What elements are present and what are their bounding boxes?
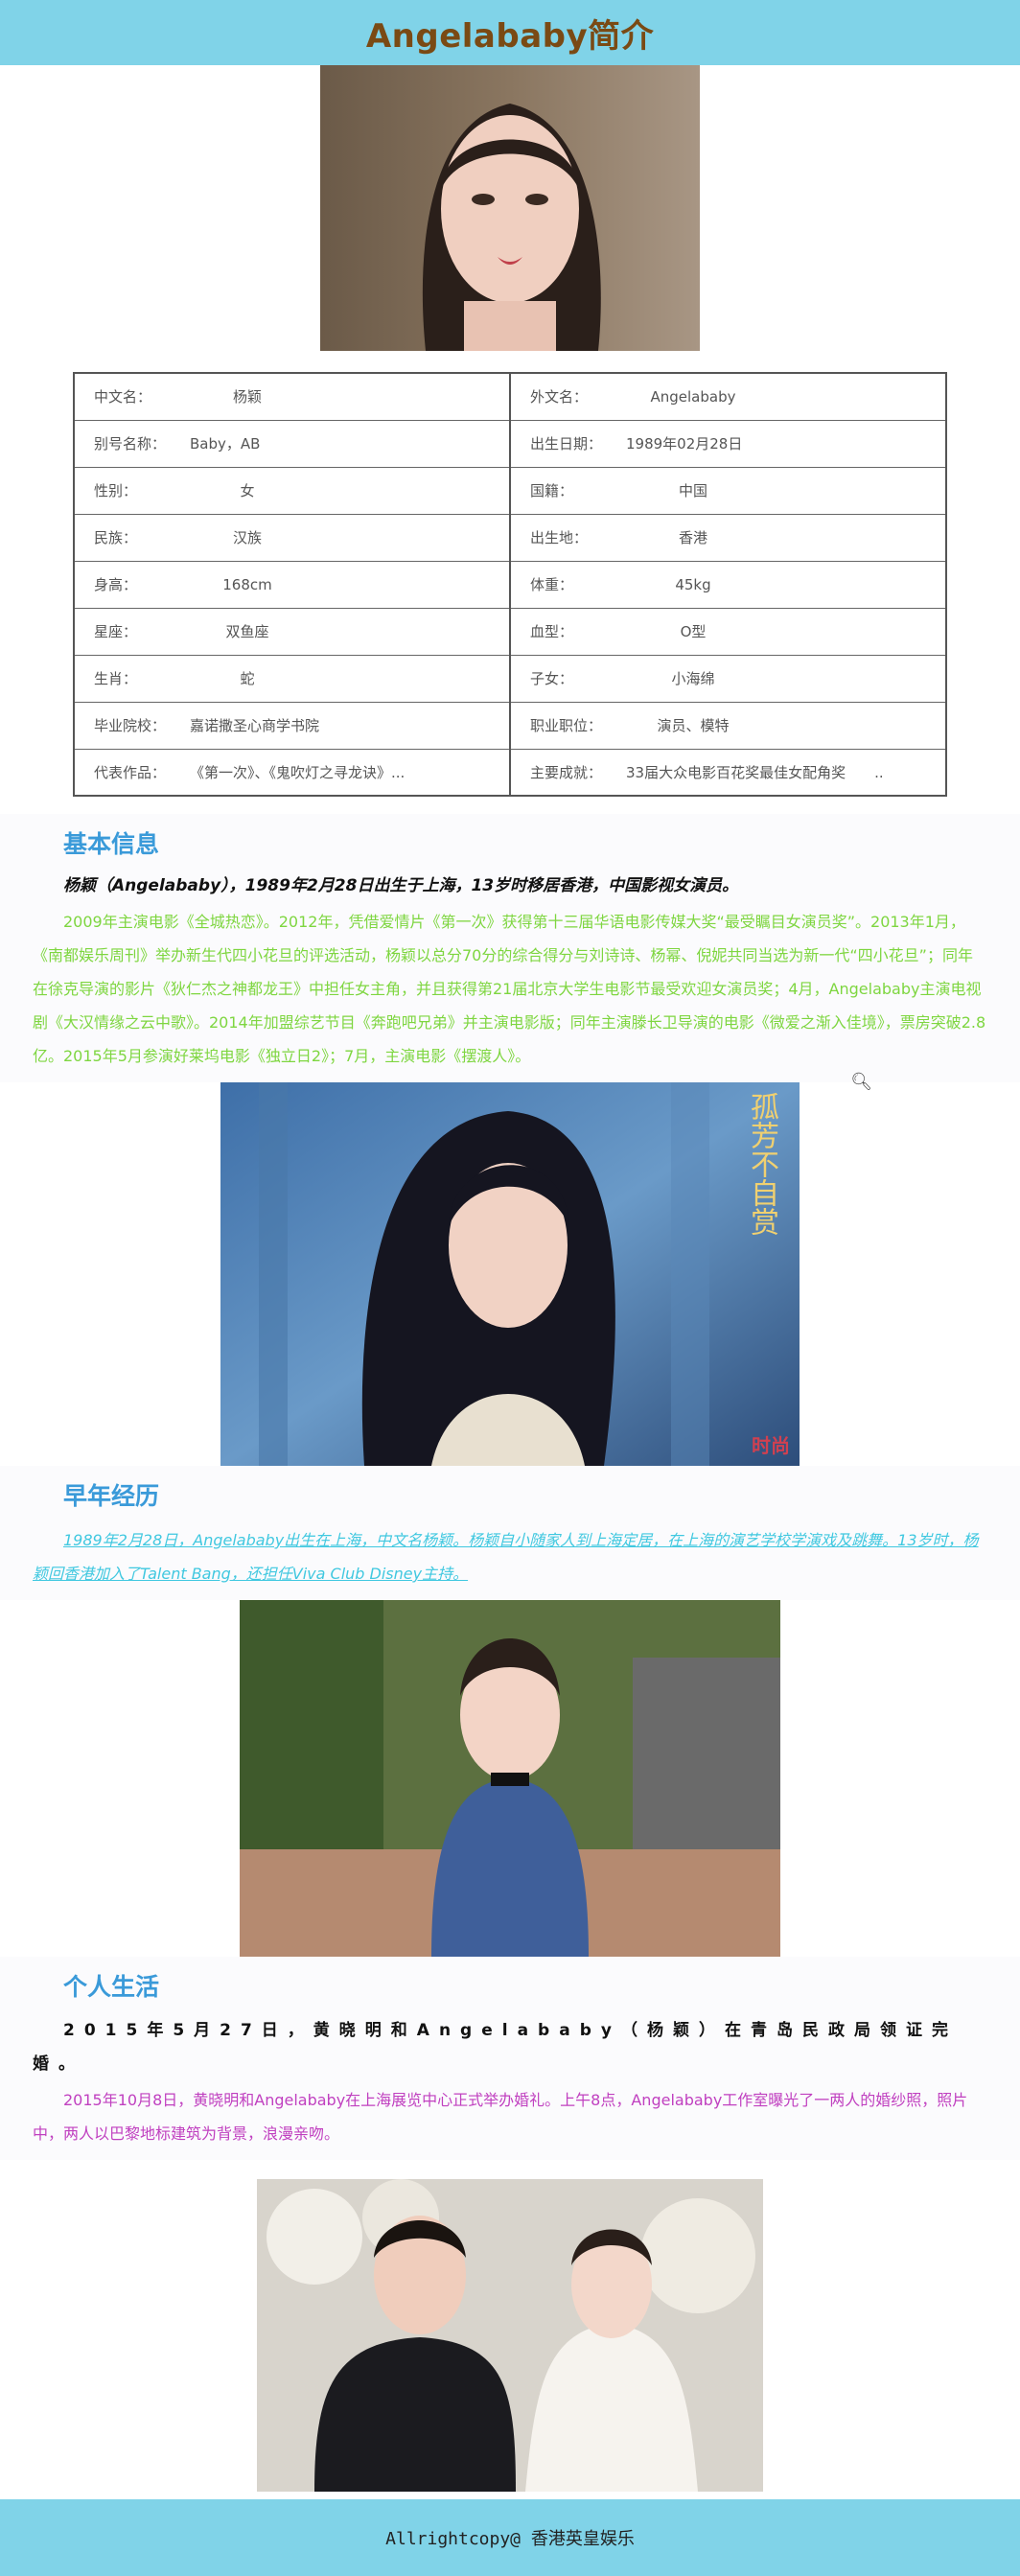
table-row: 身高： 168cm 体重： 45kg <box>74 561 946 609</box>
photo-caption: 孤芳不自赏 <box>745 1092 778 1236</box>
event-photo <box>240 1600 780 1957</box>
cell-value: 小海绵 <box>671 670 715 687</box>
cell-label: 代表作品： <box>94 763 167 781</box>
basic-info-section: 基本信息 杨颖（Angelababy），1989年2月28日出生于上海，13岁时… <box>0 814 1020 1082</box>
table-row: 别号名称： Baby，AB 出生日期： 1989年02月28日 <box>74 420 946 468</box>
table-row: 星座： 双鱼座 血型： O型 <box>74 608 946 656</box>
basic-info-paragraph: 2009年主演电影《全城热恋》。2012年，凭借爱情片《第一次》获得第十三届华语… <box>33 913 986 1065</box>
table-row: 生肖： 蛇 子女： 小海绵 <box>74 655 946 703</box>
cell-label: 出生地： <box>530 529 589 546</box>
cell-value: 汉族 <box>232 529 262 546</box>
cell-value: 双鱼座 <box>225 623 269 640</box>
section-title: 早年经历 <box>63 1482 160 1510</box>
profile-info-table: 中文名： 杨颖 外文名： Angelababy 别号名称： Baby，AB 出生日期：… <box>73 372 947 797</box>
early-life-paragraph: 1989年2月28日，Angelababy出生在上海，中文名杨颖。杨颖自小随家人… <box>33 1531 979 1583</box>
cell-label: 生肖： <box>94 670 138 687</box>
cell-label: 外文名： <box>530 388 589 406</box>
cell-value: 嘉诺撒圣心商学书院 <box>190 717 320 734</box>
cell-label: 子女： <box>530 670 574 687</box>
drama-still-photo: 孤芳不自赏 时尚 <box>220 1082 800 1466</box>
cell-value: O型 <box>680 623 707 640</box>
cell-value: 蛇 <box>240 670 255 687</box>
cell-value: Baby，AB <box>190 435 261 453</box>
personal-life-section: 个人生活 2015年5月27日，黄晓明和Angelababy（杨颖）在青岛民政局… <box>0 1957 1020 2160</box>
cell-value: 168cm <box>222 576 272 593</box>
cell-label: 血型： <box>530 623 574 640</box>
cell-value: 《第一次》、《鬼吹灯之寻龙诀》... <box>190 763 406 781</box>
table-row: 代表作品： 《第一次》、《鬼吹灯之寻龙诀》... 主要成就： 33届大众电影百花奖最… <box>74 749 946 796</box>
table-row: 性别： 女 国籍： 中国 <box>74 467 946 515</box>
wedding-photo <box>257 2179 763 2492</box>
cell-value: 45kg <box>675 576 711 593</box>
table-row: 中文名： 杨颖 外文名： Angelababy <box>74 373 946 421</box>
cell-label: 毕业院校： <box>94 717 167 734</box>
cell-label: 身高： <box>94 576 138 593</box>
portrait-photo <box>320 65 700 351</box>
cell-label: 体重： <box>530 576 574 593</box>
cell-value: 演员、模特 <box>657 717 730 734</box>
cell-label: 主要成就： <box>530 763 603 781</box>
cell-value: 女 <box>240 482 255 499</box>
cell-label: 中文名： <box>94 388 152 406</box>
personal-life-paragraph: 2015年10月8日，黄晓明和Angelababy在上海展览中心正式举办婚礼。上… <box>33 2091 968 2143</box>
cell-label: 民族： <box>94 529 138 546</box>
cell-value: 杨颖 <box>232 388 262 406</box>
cell-value: Angelababy <box>650 388 736 406</box>
cell-label: 出生日期： <box>530 435 603 453</box>
table-row: 民族： 汉族 出生地： 香港 <box>74 514 946 562</box>
page-header: Angelababy简介 <box>0 0 1020 65</box>
basic-info-lead: 杨颖（Angelababy），1989年2月28日出生于上海，13岁时移居香港，… <box>63 876 739 895</box>
photo-watermark: 时尚 <box>752 1434 790 1457</box>
section-title: 基本信息 <box>63 830 160 858</box>
zoom-in-icon[interactable]: 🔍︎ <box>850 1072 872 1092</box>
cell-value: 33届大众电影百花奖最佳女配角奖 .. <box>626 763 884 781</box>
cell-value: 1989年02月28日 <box>626 435 743 453</box>
page-title: Angelababy简介 <box>365 16 655 56</box>
section-title: 个人生活 <box>63 1973 160 2001</box>
personal-life-lead: 2015年5月27日，黄晓明和Angelababy（杨颖）在青岛民政局领证完婚。 <box>33 2021 958 2074</box>
early-life-section: 早年经历 1989年2月28日，Angelababy出生在上海，中文名杨颖。杨颖… <box>0 1466 1020 1600</box>
table-row: 毕业院校： 嘉诺撒圣心商学书院 职业职位： 演员、模特 <box>74 702 946 750</box>
cell-value: 中国 <box>678 482 707 499</box>
cell-label: 别号名称： <box>94 435 167 453</box>
cell-label: 国籍： <box>530 482 574 499</box>
page-footer: Allrightcopy@ 香港英皇娱乐 <box>0 2499 1020 2576</box>
cell-value: 香港 <box>678 529 707 546</box>
cell-label: 职业职位： <box>530 717 603 734</box>
cell-label: 性别： <box>94 482 138 499</box>
footer-copyright: Allrightcopy@ 香港英皇娱乐 <box>385 2529 635 2549</box>
cell-label: 星座： <box>94 623 138 640</box>
